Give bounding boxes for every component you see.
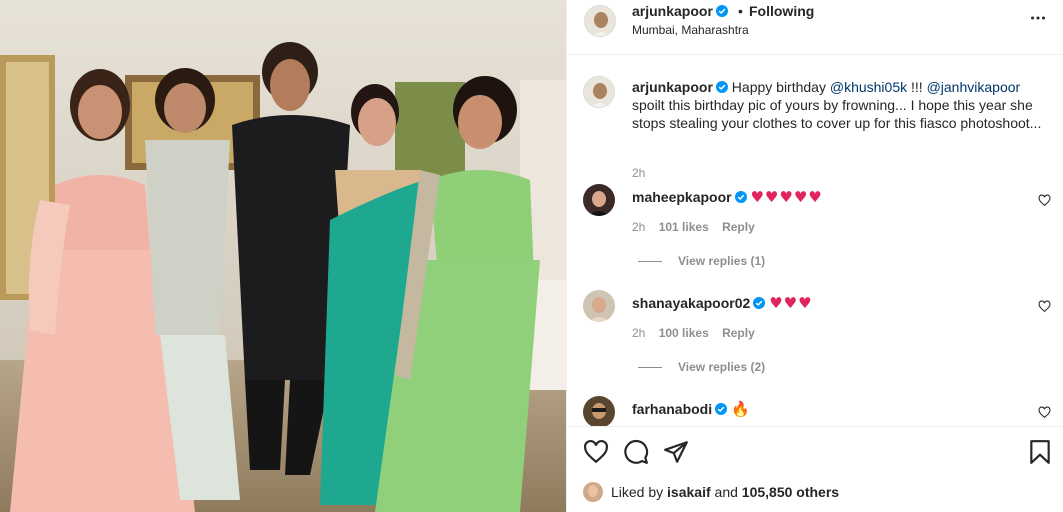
comment-icon[interactable]: [623, 439, 649, 465]
caption-part2: !!!: [907, 79, 927, 95]
more-options-icon[interactable]: [1030, 10, 1046, 26]
commenter-username[interactable]: shanayakapoor02: [632, 295, 750, 311]
view-replies-button[interactable]: View replies (2): [638, 360, 765, 374]
comment-timestamp[interactable]: 2h: [632, 326, 645, 340]
comment-line: maheepkapoor ♥♥♥♥♥: [632, 188, 823, 206]
commenter-avatar[interactable]: [583, 290, 615, 322]
post-actions: Liked by isakaif and 105,850 others: [567, 426, 1063, 512]
bookmark-icon[interactable]: [1027, 439, 1053, 465]
caption-text: arjunkapoor Happy birthday @khushi05k !!…: [632, 78, 1057, 132]
comment-meta: 2h 101 likes Reply: [632, 220, 765, 234]
header-separator: •: [738, 3, 743, 19]
comment-item: shanayakapoor02 ♥♥♥ 2h 100 likes Reply V…: [583, 290, 1053, 380]
mention-khushi[interactable]: @khushi05k: [830, 79, 907, 95]
commenter-avatar[interactable]: [583, 396, 615, 426]
reply-button[interactable]: Reply: [722, 220, 755, 234]
comment-meta: 2h 100 likes Reply: [632, 326, 765, 340]
heart-outline-icon[interactable]: [1038, 194, 1051, 207]
caption-line3: stops stealing your clothes to cover up …: [632, 115, 1042, 131]
comment-item: farhanabodi 🔥: [583, 396, 1053, 426]
commenter-avatar-image: [583, 396, 615, 426]
likes-text: Liked by isakaif and 105,850 others: [611, 484, 839, 500]
view-replies-button[interactable]: View replies (1): [638, 254, 765, 268]
replies-divider: [638, 261, 662, 263]
likes-prefix: Liked by: [611, 484, 668, 500]
author-avatar-image: [585, 6, 615, 36]
heart-outline-icon[interactable]: [1038, 406, 1051, 419]
commenter-avatar-image: [583, 184, 615, 216]
caption-part1: Happy birthday: [731, 79, 830, 95]
liked-by-user[interactable]: isakaif: [667, 484, 711, 500]
verified-badge-icon: [734, 191, 747, 203]
comment-item: maheepkapoor ♥♥♥♥♥ 2h 101 likes Reply Vi…: [583, 184, 1053, 274]
view-replies-label: View replies (2): [678, 360, 766, 374]
commenter-username[interactable]: farhanabodi: [632, 401, 712, 417]
mention-janhvi[interactable]: @janhvikapoor: [927, 79, 1021, 95]
liker-avatar-image: [583, 482, 603, 502]
liker-avatar[interactable]: [583, 482, 603, 502]
comment-likes[interactable]: 100 likes: [659, 326, 709, 340]
likes-count[interactable]: 105,850 others: [742, 484, 839, 500]
verified-badge-icon: [715, 81, 728, 93]
comment-line: farhanabodi 🔥: [632, 400, 750, 418]
commenter-avatar-image: [583, 290, 615, 322]
verified-badge-icon: [753, 297, 766, 309]
caption-timestamp[interactable]: 2h: [632, 166, 645, 180]
caption-username[interactable]: arjunkapoor: [632, 79, 713, 95]
reply-button[interactable]: Reply: [722, 326, 755, 340]
replies-divider: [638, 367, 662, 369]
post-photo[interactable]: [0, 0, 566, 512]
comment-text: ♥♥♥♥♥: [750, 188, 823, 206]
heart-outline-icon[interactable]: [1038, 300, 1051, 313]
caption-avatar-image: [584, 77, 614, 107]
view-replies-label: View replies (1): [678, 254, 766, 268]
comment-text: ♥♥♥: [769, 294, 813, 312]
following-button[interactable]: Following: [749, 3, 814, 19]
share-icon[interactable]: [663, 439, 689, 465]
comment-timestamp[interactable]: 2h: [632, 220, 645, 234]
verified-badge-icon: [715, 5, 728, 17]
comment-text: 🔥: [731, 400, 750, 418]
caption-line2: spoilt this birthday pic of yours by fro…: [632, 97, 1033, 113]
post-header: arjunkapoor • Following Mumbai, Maharash…: [567, 0, 1063, 55]
comment-line: shanayakapoor02 ♥♥♥: [632, 294, 813, 312]
author-username[interactable]: arjunkapoor: [632, 3, 728, 19]
like-heart-icon[interactable]: [583, 439, 609, 465]
commenter-username[interactable]: maheepkapoor: [632, 189, 732, 205]
verified-badge-icon: [715, 403, 728, 415]
comment-likes[interactable]: 101 likes: [659, 220, 709, 234]
likes-mid: and: [710, 484, 742, 500]
caption-avatar[interactable]: [583, 76, 615, 108]
post-image-illustration: [0, 0, 566, 512]
commenter-avatar[interactable]: [583, 184, 615, 216]
post-details-panel: arjunkapoor • Following Mumbai, Maharash…: [566, 0, 1063, 512]
author-avatar[interactable]: [584, 5, 616, 37]
comments-list[interactable]: arjunkapoor Happy birthday @khushi05k !!…: [567, 56, 1063, 426]
post-location[interactable]: Mumbai, Maharashtra: [632, 23, 749, 37]
